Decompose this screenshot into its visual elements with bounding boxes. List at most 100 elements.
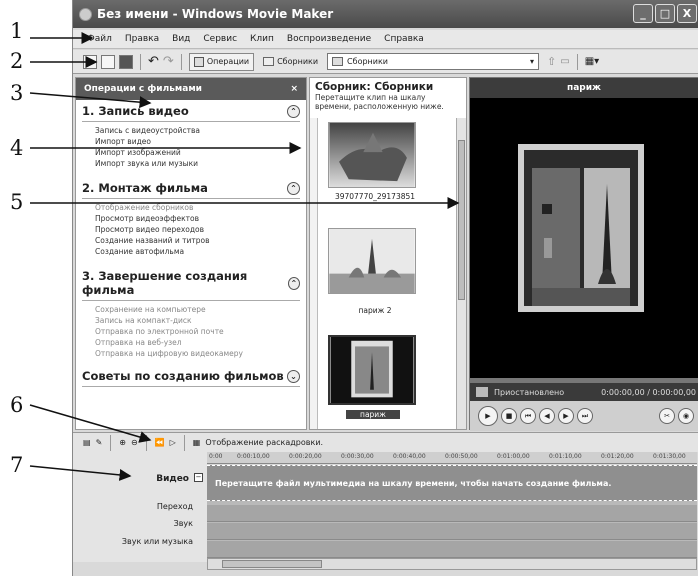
maximize-button[interactable]: □ — [655, 4, 675, 23]
timeline-ruler[interactable]: 0:00 0:00:10,00 0:00:20,00 0:00:30,00 0:… — [207, 452, 697, 464]
task-section-tips: Советы по созданию фильмов ⌄ — [76, 361, 306, 392]
clip-label: 39707770_29173851 — [334, 192, 416, 201]
audio-track[interactable] — [207, 523, 697, 540]
menu-clip[interactable]: Клип — [250, 34, 274, 44]
task-link[interactable]: Создание названий и титров — [82, 235, 300, 246]
storyboard-toggle[interactable]: Отображение раскадровки. — [205, 438, 323, 447]
timeline-scrollbar[interactable] — [207, 558, 697, 570]
previous-frame-icon[interactable]: ⏮ — [520, 408, 536, 424]
callout-4: 4 — [10, 136, 24, 160]
track-label-music: Звук или музыка — [121, 537, 193, 546]
new-folder-icon[interactable]: ▭ — [560, 56, 569, 67]
toolbar-separator — [180, 53, 182, 70]
task-link[interactable]: Отправка на веб-узел — [82, 337, 300, 348]
task-link[interactable]: Создание автофильма — [82, 246, 300, 257]
menu-file[interactable]: Файл — [87, 34, 112, 44]
expand-icon[interactable]: ⌄ — [287, 369, 300, 383]
toolbar-separator — [145, 434, 147, 451]
menu-edit[interactable]: Правка — [125, 34, 159, 44]
ruler-tick: 0:00:30,00 — [341, 453, 374, 460]
forward-icon[interactable]: ▶ — [558, 408, 574, 424]
task-link[interactable]: Импорт изображений — [82, 147, 300, 158]
play-timeline-icon[interactable]: ▷ — [170, 438, 176, 447]
clip-thumbnail[interactable] — [328, 122, 416, 188]
menu-view[interactable]: Вид — [172, 34, 190, 44]
operations-button[interactable]: Операции — [188, 52, 255, 71]
transition-track[interactable] — [207, 505, 697, 522]
collapse-icon[interactable]: ⌃ — [287, 104, 300, 118]
close-icon[interactable]: × — [290, 84, 298, 94]
ruler-tick: 0:01:30,00 — [653, 453, 686, 460]
close-button[interactable]: X — [677, 4, 697, 23]
new-project-icon[interactable] — [83, 54, 97, 69]
clip-thumbnail-selected[interactable] — [328, 335, 416, 405]
clip-label-selected: париж — [346, 410, 400, 419]
redo-icon[interactable]: ↷ — [163, 54, 174, 69]
storyboard-icon[interactable]: ▦ — [193, 438, 201, 447]
callout-3: 3 — [10, 81, 24, 105]
folder-icon — [263, 57, 275, 66]
task-link[interactable]: Просмотр видео переходов — [82, 224, 300, 235]
save-icon[interactable] — [119, 54, 133, 69]
task-link[interactable]: Импорт звука или музыки — [82, 158, 300, 169]
task-link[interactable]: Сохранение на компьютере — [82, 304, 300, 315]
collapse-icon[interactable]: ⌃ — [287, 276, 300, 290]
collection-scrollbar[interactable] — [456, 118, 466, 429]
open-project-icon[interactable] — [101, 54, 115, 69]
collection-select[interactable]: Сборники ▾ — [327, 53, 540, 70]
playback-status: Приостановлено — [494, 387, 565, 397]
film-icon — [476, 387, 488, 397]
collection-pane: Сборник: Сборники Перетащите клип на шка… — [309, 77, 467, 430]
preview-image — [518, 144, 644, 312]
monitor-title: париж — [470, 78, 698, 98]
zoom-in-icon[interactable]: ⊕ — [119, 438, 126, 447]
section-title: 3. Завершение создания фильма — [82, 269, 248, 297]
views-icon[interactable]: ▦▾ — [585, 56, 599, 67]
figure: 1 2 3 4 5 6 7 Без имени - Windows Movie … — [0, 0, 698, 576]
up-folder-icon[interactable]: ⇧ — [547, 55, 556, 68]
snapshot-icon[interactable]: ◉ — [678, 408, 694, 424]
menu-bar: Файл Правка Вид Сервис Клип Воспроизведе… — [73, 30, 698, 49]
clip-thumbnail[interactable] — [328, 228, 416, 294]
menu-help[interactable]: Справка — [384, 34, 424, 44]
zoom-out-icon[interactable]: ⊖ — [131, 438, 138, 447]
video-track[interactable]: Перетащите файл мультимедиа на шкалу вре… — [207, 465, 697, 501]
task-link[interactable]: Отправка на цифровую видеокамеру — [82, 348, 300, 359]
undo-icon[interactable]: ↶ — [148, 54, 159, 69]
track-label-transition: Переход — [156, 502, 193, 511]
timeline-options-icon[interactable]: ▤ — [83, 438, 91, 447]
playback-time: 0:00:00,00 / 0:00:00,00 — [601, 387, 696, 397]
task-link[interactable]: Запись на компакт-диск — [82, 315, 300, 326]
app-icon — [79, 7, 92, 21]
clip-label: париж 2 — [358, 306, 392, 315]
collections-button[interactable]: Сборники — [258, 53, 323, 71]
scroll-thumb[interactable] — [458, 140, 465, 300]
rewind-timeline-icon[interactable]: ⏪ — [155, 438, 165, 447]
section-title: Советы по созданию фильмов — [82, 369, 284, 383]
scroll-thumb[interactable] — [222, 560, 322, 568]
menu-tools[interactable]: Сервис — [203, 34, 237, 44]
collections-label: Сборники — [277, 57, 319, 66]
callout-7: 7 — [10, 453, 24, 477]
task-link[interactable]: Просмотр видеоэффектов — [82, 213, 300, 224]
task-link[interactable]: Запись с видеоустройства — [82, 125, 300, 136]
split-clip-icon[interactable]: ✂ — [659, 408, 675, 424]
stop-icon[interactable]: ■ — [501, 408, 517, 424]
next-frame-icon[interactable]: ⏭ — [577, 408, 593, 424]
menu-play[interactable]: Воспроизведение — [287, 34, 371, 44]
preview-monitor: париж Приостановлено 0:00:00,00 / 0:00:0… — [469, 77, 698, 431]
task-link[interactable]: Импорт видео — [82, 136, 300, 147]
video-track-hint: Перетащите файл мультимедиа на шкалу вре… — [215, 478, 612, 488]
play-icon[interactable]: ▶ — [478, 406, 498, 426]
task-link[interactable]: Отправка по электронной почте — [82, 326, 300, 337]
task-link[interactable]: Отображение сборников — [82, 202, 300, 213]
rewind-icon[interactable]: ◀ — [539, 408, 555, 424]
minimize-button[interactable]: _ — [633, 4, 653, 23]
collapse-icon[interactable]: ⌃ — [287, 181, 300, 195]
expand-track-icon[interactable]: − — [194, 473, 203, 482]
music-track[interactable] — [207, 541, 697, 558]
timeline-tracks: Перетащите файл мультимедиа на шкалу вре… — [207, 465, 697, 558]
ruler-tick: 0:00:10,00 — [237, 453, 270, 460]
narrate-icon[interactable]: ✎ — [96, 438, 103, 447]
collection-gutter — [310, 118, 318, 429]
